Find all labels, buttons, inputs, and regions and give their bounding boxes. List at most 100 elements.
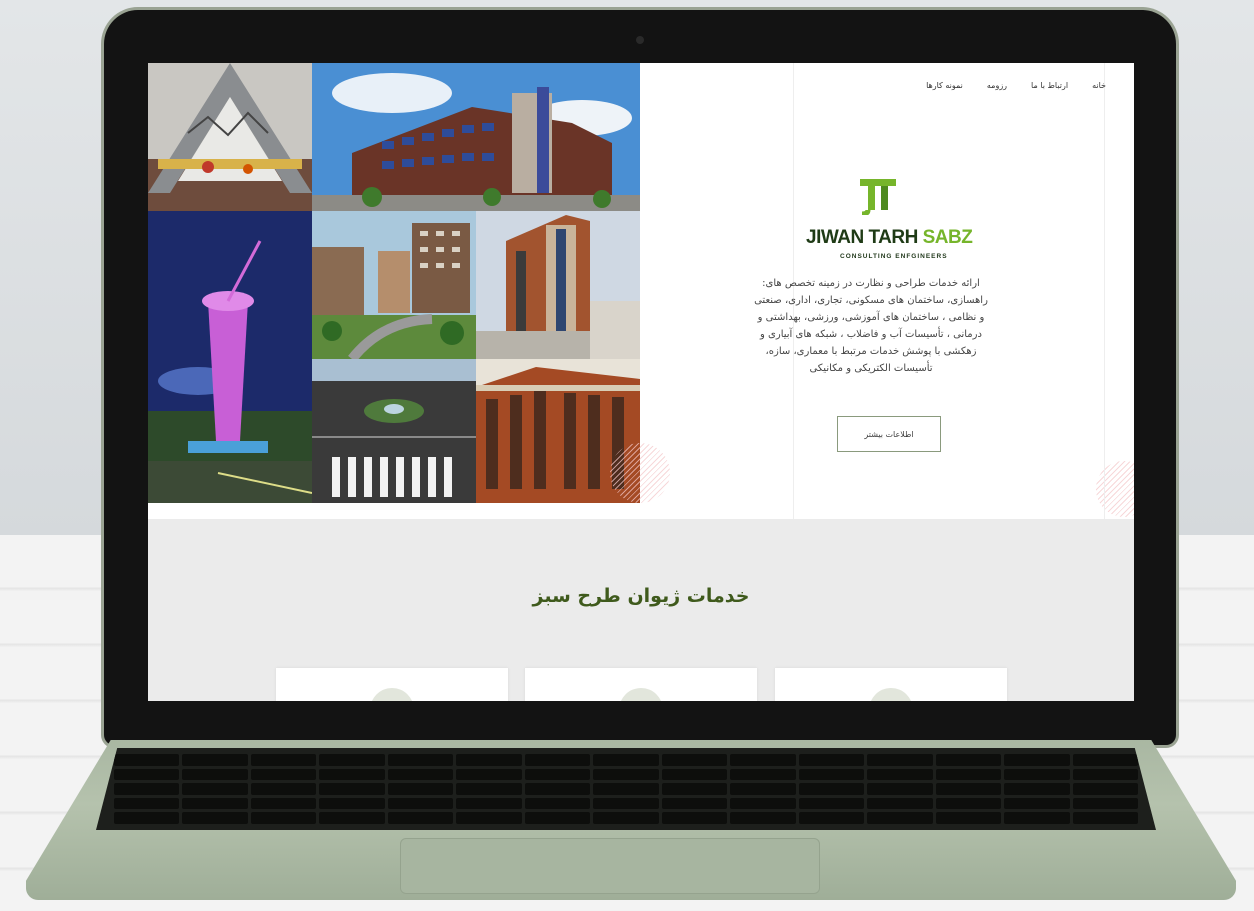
- keyboard-key: [387, 768, 454, 781]
- services-section: خدمات ژیوان طرح سبز: [148, 519, 1134, 701]
- keyboard-key: [387, 783, 454, 795]
- keyboard-key: [524, 768, 591, 781]
- keyboard-key: [1004, 783, 1070, 795]
- keyboard-key: [730, 754, 796, 766]
- keyboard-key: [319, 783, 385, 795]
- keyboard-key: [867, 768, 933, 781]
- keyboard-key: [1072, 768, 1138, 781]
- key-grid: [96, 748, 1156, 830]
- keyboard-key: [319, 812, 385, 824]
- keyboard-key: [935, 783, 1002, 795]
- keyboard-key: [456, 797, 522, 810]
- keyboard-key: [114, 768, 180, 781]
- keyboard-key: [114, 783, 180, 795]
- keyboard-key: [114, 754, 180, 766]
- keyboard-key: [182, 797, 248, 810]
- gallery-image-residential-complex[interactable]: [312, 211, 476, 359]
- keyboard-key: [387, 812, 454, 824]
- keyboard-key: [867, 812, 933, 824]
- keyboard-key: [730, 812, 796, 824]
- keyboard-key: [661, 812, 728, 824]
- keyboard-key: [867, 797, 933, 810]
- project-gallery: [148, 63, 640, 503]
- keyboard-key: [730, 783, 796, 795]
- keyboard-key: [387, 797, 454, 810]
- keyboard-key: [319, 768, 385, 781]
- services-title: خدمات ژیوان طرح سبز: [532, 585, 750, 607]
- keyboard-key: [661, 768, 728, 781]
- keyboard-key: [593, 783, 659, 795]
- keyboard-key: [798, 812, 865, 824]
- keyboard-key: [935, 797, 1002, 810]
- keyboard-key: [319, 754, 385, 766]
- keyboard-key: [456, 768, 522, 781]
- keyboard-key: [250, 754, 317, 766]
- service-card[interactable]: [276, 668, 508, 701]
- nav-item-home[interactable]: خانه: [1092, 81, 1106, 90]
- keyboard-key: [661, 754, 728, 766]
- keyboard-key: [1072, 812, 1138, 824]
- keyboard-key: [250, 797, 317, 810]
- gallery-image-pavilion[interactable]: [148, 63, 312, 211]
- more-info-button[interactable]: اطلاعات بیشتر: [837, 416, 941, 452]
- gallery-image-tower[interactable]: [148, 211, 312, 503]
- gallery-image-roundabout[interactable]: [312, 359, 476, 503]
- keyboard-key: [1004, 797, 1070, 810]
- brand-name-accent: SABZ: [922, 227, 973, 248]
- keyboard-key: [456, 812, 522, 824]
- hero-section: خانه ارتباط با ما رزومه نمونه کارها JIWA…: [148, 63, 1134, 519]
- keyboard-key: [935, 812, 1002, 824]
- decorative-pattern: [610, 443, 670, 503]
- keyboard-key: [182, 783, 248, 795]
- description-line: زهکشی با پوشش خدمات مرتبط با معماری، ساز…: [765, 346, 977, 357]
- keyboard-key: [1004, 812, 1070, 824]
- divider: [1104, 63, 1105, 519]
- keyboard-key: [661, 783, 728, 795]
- service-icon: [370, 688, 414, 701]
- keyboard-key: [867, 783, 933, 795]
- keyboard: [96, 748, 1156, 830]
- keyboard-key: [1004, 754, 1070, 766]
- keyboard-key: [1004, 768, 1070, 781]
- keyboard-key: [593, 768, 659, 781]
- keyboard-key: [1072, 783, 1138, 795]
- keyboard-key: [524, 754, 591, 766]
- keyboard-key: [867, 754, 933, 766]
- keyboard-key: [250, 812, 317, 824]
- keyboard-key: [798, 754, 865, 766]
- keyboard-key: [593, 754, 659, 766]
- gallery-image-tower-block[interactable]: [476, 211, 640, 359]
- keyboard-key: [730, 797, 796, 810]
- keyboard-key: [182, 754, 248, 766]
- keyboard-key: [387, 754, 454, 766]
- keyboard-key: [182, 768, 248, 781]
- service-icon: [869, 688, 913, 701]
- brand-name: JIWAN TARH SABZ: [806, 227, 976, 249]
- keyboard-key: [182, 812, 248, 824]
- nav-item-resume[interactable]: رزومه: [987, 81, 1007, 90]
- description-line: درمانی ، تأسیسات آب و فاضلاب ، شبکه های …: [760, 329, 982, 340]
- nav-item-contact[interactable]: ارتباط با ما: [1031, 81, 1068, 90]
- main-nav: خانه ارتباط با ما رزومه نمونه کارها: [926, 81, 1106, 90]
- keyboard-key: [593, 812, 659, 824]
- description-line: و نظامی ، ساختمان های آموزشی، ورزشی، بهد…: [757, 312, 985, 323]
- keyboard-key: [798, 797, 865, 810]
- decorative-pattern: [1096, 461, 1134, 517]
- keyboard-key: [1072, 797, 1138, 810]
- description-line: ارائه خدمات طراحی و نظارت در زمینه تخصص …: [762, 278, 980, 289]
- service-card[interactable]: [775, 668, 1007, 701]
- keyboard-key: [524, 812, 591, 824]
- gallery-image-office-building[interactable]: [312, 63, 640, 211]
- brand-subtitle: CONSULTING ENFGINEERS: [840, 253, 948, 260]
- keyboard-key: [593, 797, 659, 810]
- nav-item-portfolio[interactable]: نمونه کارها: [926, 81, 963, 90]
- keyboard-key: [114, 812, 180, 824]
- service-icon: [619, 688, 663, 701]
- keyboard-key: [935, 754, 1002, 766]
- jt-logo-icon: [860, 179, 896, 215]
- description-line: تأسیسات الکتریکی و مکانیکی: [809, 363, 933, 374]
- keyboard-key: [661, 797, 728, 810]
- keyboard-key: [250, 783, 317, 795]
- keyboard-key: [935, 768, 1002, 781]
- service-card[interactable]: [525, 668, 757, 701]
